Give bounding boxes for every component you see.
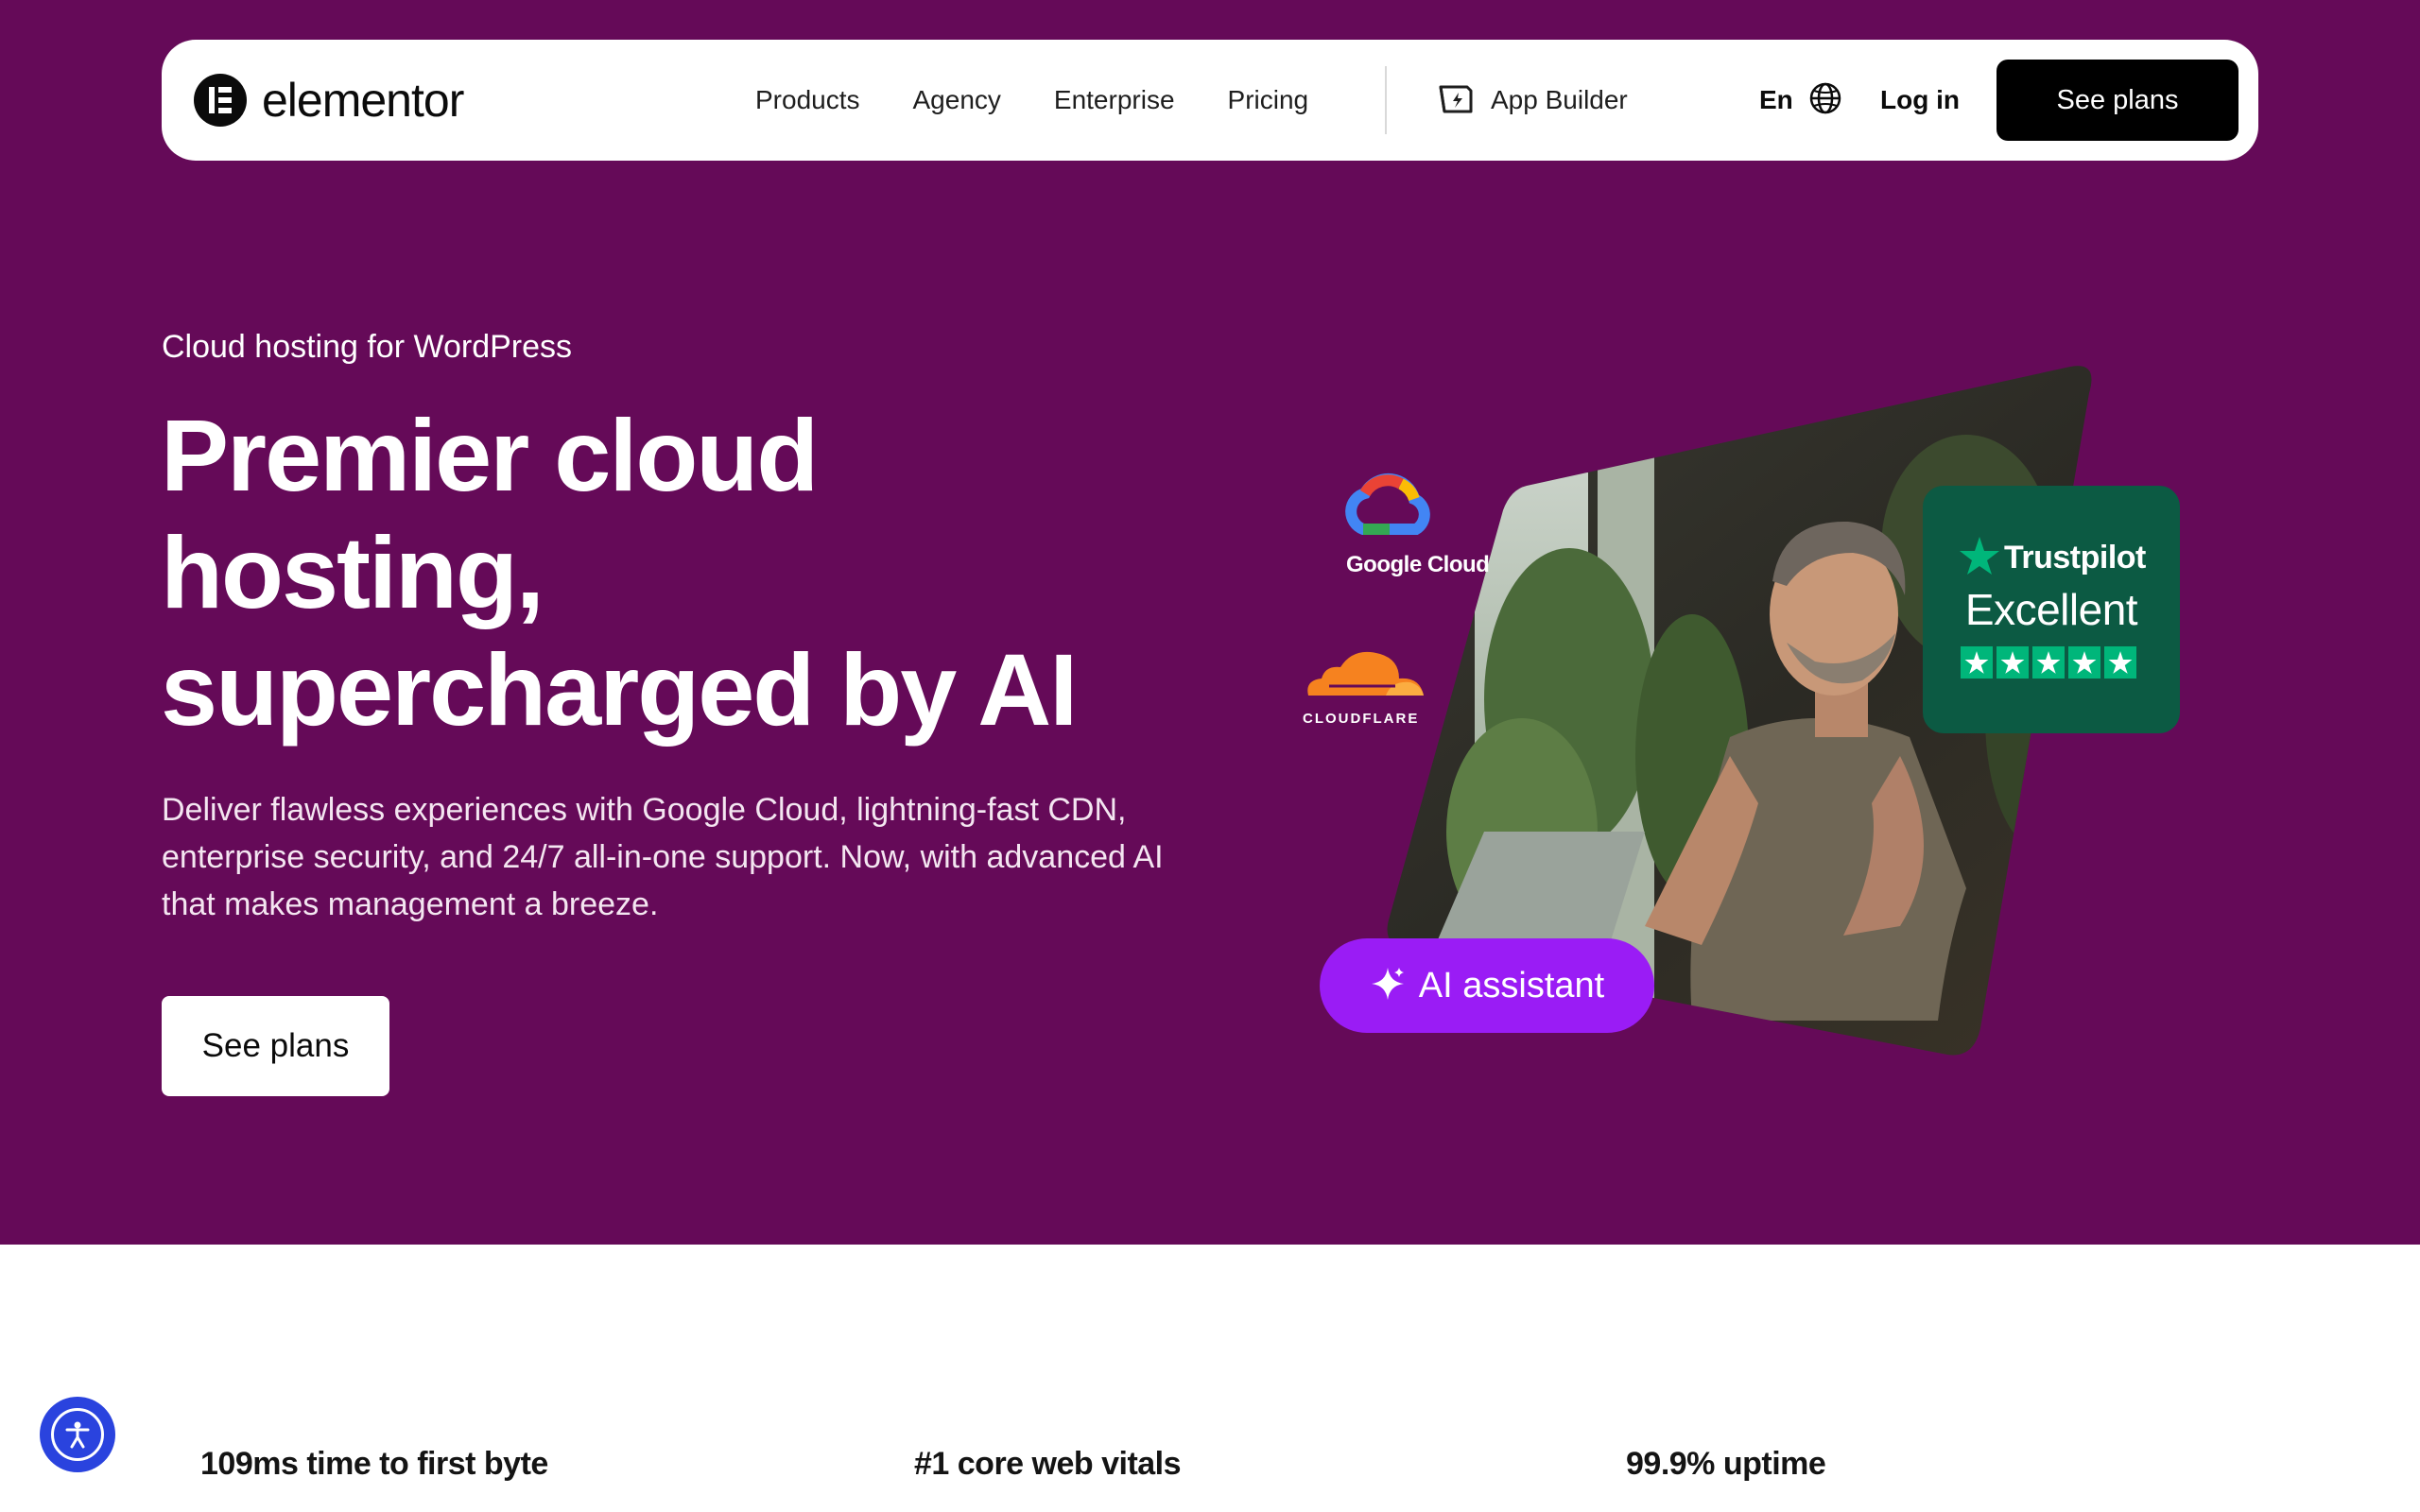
cloudflare-badge: CLOUDFLARE xyxy=(1301,639,1433,733)
accessibility-button[interactable] xyxy=(40,1397,115,1472)
trustpilot-stars xyxy=(1961,646,2140,679)
trustpilot-rating: Excellent xyxy=(1964,585,2138,634)
nav-products[interactable]: Products xyxy=(755,85,860,115)
cloudflare-icon xyxy=(1307,651,1424,696)
nav-enterprise[interactable]: Enterprise xyxy=(1054,85,1175,115)
trustpilot-rating-star-icon xyxy=(2032,646,2065,679)
headline-line-1: Premier cloud xyxy=(161,398,819,512)
trustpilot-star-icon xyxy=(1959,535,2000,581)
google-cloud-label: Google Cloud xyxy=(1346,552,1490,577)
language-label: En xyxy=(1759,85,1793,114)
cloudflare-label: CLOUDFLARE xyxy=(1303,711,1420,727)
primary-nav: Products Agency Enterprise Pricing xyxy=(755,77,1361,123)
trustpilot-card: Trustpilot Excellent xyxy=(1923,486,2180,733)
nav-divider xyxy=(1385,66,1387,134)
google-cloud-icon xyxy=(1345,472,1430,535)
stat-core-web-vitals: #1 core web vitals xyxy=(914,1446,1182,1482)
elementor-logo[interactable]: elementor xyxy=(194,72,464,129)
app-builder-icon xyxy=(1438,82,1474,119)
app-builder-label: App Builder xyxy=(1491,85,1628,114)
stat-ttfb: 109ms time to first byte xyxy=(200,1446,548,1482)
ai-assistant-label: AI assistant xyxy=(1418,965,1605,1005)
logo-wordmark: elementor xyxy=(262,74,464,127)
login-link[interactable]: Log in xyxy=(1880,77,1960,123)
trustpilot-rating-star-icon xyxy=(2068,646,2100,679)
stat-uptime: 99.9% uptime xyxy=(1626,1446,1826,1482)
top-navigation: elementor Products Agency Enterprise Pri… xyxy=(162,40,2258,161)
hero-eyebrow: Cloud hosting for WordPress xyxy=(162,329,573,365)
hero-headline: Premier cloud hosting, supercharged by A… xyxy=(161,397,1201,748)
ai-assistant-button[interactable]: AI assistant xyxy=(1320,938,1654,1033)
hero-see-plans-button[interactable]: See plans xyxy=(162,996,389,1096)
trustpilot-rating-star-icon xyxy=(2104,646,2136,679)
hero-subheadline: Deliver flawless experiences with Google… xyxy=(162,792,1164,922)
sparkle-icon xyxy=(1370,966,1406,1006)
elementor-logo-icon xyxy=(194,74,247,127)
nav-agency[interactable]: Agency xyxy=(913,85,1001,115)
nav-app-builder[interactable]: App Builder xyxy=(1438,77,1628,123)
trustpilot-brand: Trustpilot xyxy=(1959,535,2146,581)
nav-see-plans-button[interactable]: See plans xyxy=(1996,60,2238,141)
trustpilot-rating-star-icon xyxy=(1996,646,2029,679)
language-switcher[interactable]: En xyxy=(1759,77,1842,123)
google-cloud-badge: Google Cloud xyxy=(1342,472,1494,586)
nav-pricing[interactable]: Pricing xyxy=(1228,85,1309,115)
trustpilot-rating-star-icon xyxy=(1961,646,1993,679)
headline-line-3: supercharged by AI xyxy=(161,632,1078,747)
globe-icon xyxy=(1808,81,1842,120)
headline-line-2: hosting, xyxy=(161,515,544,629)
accessibility-icon xyxy=(51,1408,104,1461)
hero-section: elementor Products Agency Enterprise Pri… xyxy=(0,0,2420,1245)
trustpilot-brand-label: Trustpilot xyxy=(2004,540,2146,576)
